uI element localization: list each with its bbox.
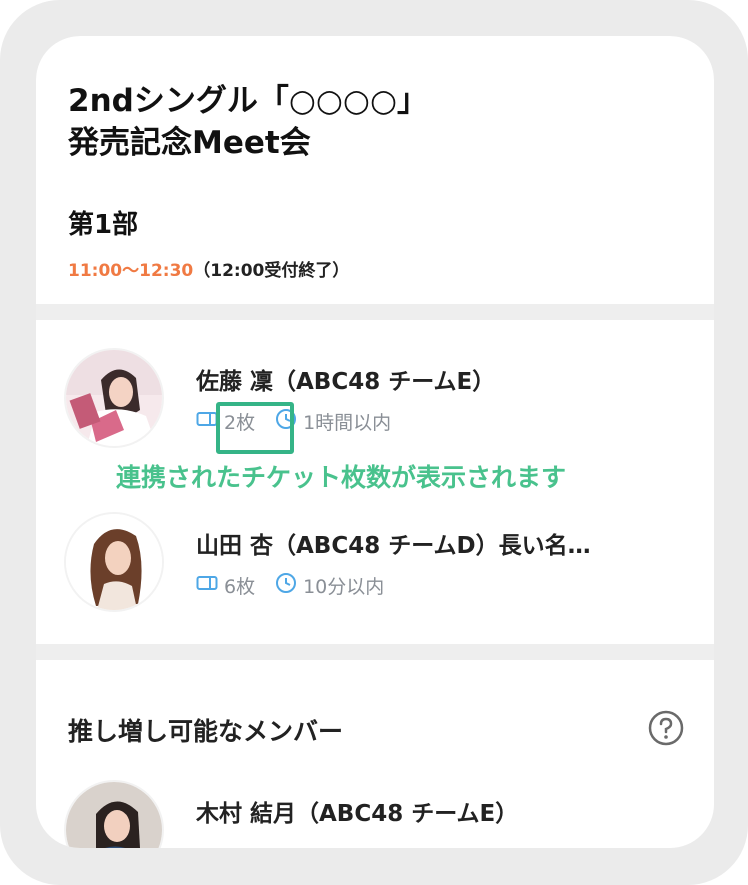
part-title: 第1部 (68, 210, 139, 240)
ticket-highlight-box (216, 402, 294, 454)
event-title-line1: 2ndシングル「○○○○」 (68, 83, 429, 119)
help-circle-icon[interactable] (648, 710, 684, 750)
annotation-text: 連携されたチケット枚数が表示されます (116, 463, 567, 492)
event-title: 2ndシングル「○○○○」 発売記念Meet会 (68, 80, 668, 164)
phone-screen: 2ndシングル「○○○○」 発売記念Meet会 第1部 11:00～12:30（… (36, 36, 714, 848)
member-row[interactable]: 佐藤 凜（ABC48 チームE） 2枚 1時間以内 (36, 348, 714, 458)
member-meta: 6枚 10分以内 (196, 568, 384, 602)
ticket-icon (196, 410, 218, 432)
event-title-line2: 発売記念Meet会 (68, 125, 311, 161)
boost-card: 推し増し可能なメンバー 木村 結月（ABC48 チームE） (36, 660, 714, 848)
boost-section-title: 推し増し可能なメンバー (68, 717, 344, 746)
ticket-icon (196, 574, 218, 596)
member-name: 山田 杏（ABC48 チームD）長い名… (196, 533, 591, 559)
member-name: 佐藤 凜（ABC48 チームE） (196, 369, 496, 395)
member-name: 木村 結月（ABC48 チームE） (196, 801, 519, 827)
boost-member-row[interactable]: 木村 結月（ABC48 チームE） (36, 780, 714, 848)
part-time: 11:00～12:30（12:00受付終了） (68, 256, 349, 281)
members-card: 佐藤 凜（ABC48 チームE） 2枚 1時間以内 連携されたチケット枚数が表示… (36, 320, 714, 644)
avatar (64, 780, 164, 848)
time-limit: 1時間以内 (303, 411, 392, 434)
avatar (64, 348, 164, 448)
ticket-count: 6枚 (224, 575, 256, 598)
avatar (64, 512, 164, 612)
device-frame: 2ndシングル「○○○○」 発売記念Meet会 第1部 11:00～12:30（… (0, 0, 748, 885)
time-limit: 10分以内 (303, 575, 385, 598)
member-row[interactable]: 山田 杏（ABC48 チームD）長い名… 6枚 10分以内 (36, 512, 714, 622)
event-card: 2ndシングル「○○○○」 発売記念Meet会 第1部 11:00～12:30（… (36, 36, 714, 304)
time-note: （12:00受付終了） (193, 261, 350, 281)
clock-icon (275, 572, 297, 599)
time-range: 11:00～12:30 (68, 261, 194, 281)
